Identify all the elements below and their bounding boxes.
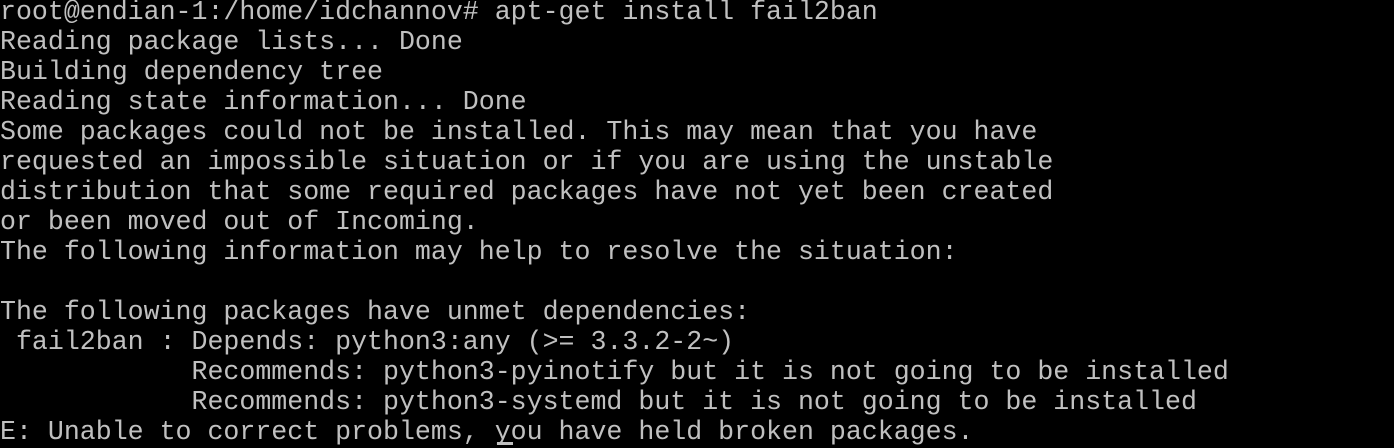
terminal-window[interactable]: root@endian-1:/home/idchannov# apt-get i…: [0, 0, 1394, 448]
output-line: distribution that some required packages…: [0, 177, 1054, 207]
output-line: or been moved out of Incoming.: [0, 207, 479, 237]
output-line: Some packages could not be installed. Th…: [0, 117, 1038, 147]
output-line: Building dependency tree: [0, 57, 384, 87]
output-line: The following information may help to re…: [0, 237, 958, 267]
output-line: Reading state information... Done: [0, 87, 527, 117]
error-line: E: Unable to correct problems, you have …: [0, 417, 974, 447]
output-line: Reading package lists... Done: [0, 27, 463, 57]
output-line: requested an impossible situation or if …: [0, 147, 1054, 177]
text-cursor: [497, 442, 513, 445]
output-line: The following packages have unmet depend…: [0, 297, 751, 327]
prompt-line: root@endian-1:/home/idchannov# apt-get i…: [0, 0, 878, 27]
dependency-line: fail2ban : Depends: python3:any (>= 3.3.…: [0, 327, 735, 357]
dependency-line: Recommends: python3-systemd but it is no…: [0, 387, 1197, 417]
dependency-line: Recommends: python3-pyinotify but it is …: [0, 357, 1229, 387]
